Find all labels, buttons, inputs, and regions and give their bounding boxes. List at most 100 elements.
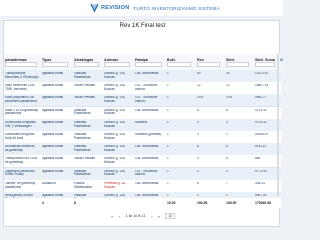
cell-person: Paulius Sleidlauskas bbox=[74, 181, 92, 189]
cell-name: Brunastolis elektrinis, ka gamintojo pas… bbox=[5, 145, 36, 153]
cell-sum: 880 bbox=[255, 157, 261, 161]
cell-mnt: 8 bbox=[226, 108, 228, 112]
total-sum: 175265.96 bbox=[255, 201, 272, 205]
cell-type: Ubalanca bbox=[42, 181, 56, 185]
filter-input-room[interactable] bbox=[135, 62, 162, 67]
cell-address: Geiežio g. 135, Kaunas bbox=[104, 145, 126, 152]
top-bar: REVISION TURTO INVENTORIZAVIMO SISTEMA bbox=[0, 0, 283, 16]
pagination: « ‹ 1 iki 10 iš 11 › » 10 bbox=[104, 212, 181, 220]
filter-input-sum[interactable] bbox=[255, 62, 275, 67]
table-row[interactable]: Kaito pasymanio, ka pendinimo pasakinima… bbox=[4, 94, 281, 108]
cell-type: Ilgalaikis turtas bbox=[42, 145, 64, 149]
cell-person: Jonas Petraitis bbox=[74, 96, 95, 100]
filter-input-person[interactable] bbox=[74, 62, 99, 67]
revision-logo-icon bbox=[90, 3, 99, 13]
cell-sum: 9981.77 bbox=[255, 96, 267, 100]
cell-address: Geiežio g. 135, Kaunas bbox=[104, 133, 126, 140]
cell-mnt: 4 bbox=[226, 120, 228, 124]
cell-qty: 1 bbox=[167, 120, 169, 124]
cell-name: Transporteris oro 1000, be gamintojo pas… bbox=[5, 157, 39, 165]
cell-orig: 6 bbox=[197, 145, 199, 149]
cell-person: Jonas Petraitis bbox=[74, 84, 95, 88]
table-row[interactable]: Lagaminis ratukuose, Smart Trolley Ilgala… bbox=[4, 167, 281, 181]
cell-room: 101 - Sumintine vadovo bbox=[135, 96, 158, 104]
cell-sum: 18807.19 bbox=[255, 84, 269, 88]
table-header: pavadinimas Tipas Atsakingas Adresas Patalpa… bbox=[4, 54, 283, 71]
column-header-extra[interactable]: Su... bbox=[280, 58, 283, 62]
cell-type: Ilgalaikis turtas bbox=[42, 108, 64, 112]
vertical-scrollbar[interactable] bbox=[277, 54, 279, 196]
cell-type: Ilgalaikis turtas bbox=[42, 120, 64, 124]
table-row[interactable]: Tablete, be gamintojo pasakinimo Ubalanca… bbox=[4, 179, 281, 193]
cell-type: Ilgalaikis turtas bbox=[42, 96, 64, 100]
cell-address: Geiežio g. 135, Kaunas bbox=[104, 120, 126, 128]
cell-mnt: 11 bbox=[226, 84, 230, 88]
cell-orig: 3 bbox=[197, 169, 199, 173]
cell-address: Geiežio g. 135, Kaunas bbox=[104, 157, 126, 165]
filter-input-type[interactable] bbox=[42, 62, 68, 67]
cell-qty: 1 bbox=[167, 96, 169, 100]
first-page-button[interactable]: « bbox=[110, 214, 115, 219]
cell-address: Geiežio g. 135, Kaunas bbox=[104, 169, 126, 177]
cell-qty: 1 bbox=[167, 108, 169, 112]
table-row[interactable]: Valio Resennen CIAI-TARI, bendrinio pasa… bbox=[4, 82, 281, 96]
table-row[interactable]: Brunastolis elektrinis, ka gamintojo pas… bbox=[4, 143, 281, 157]
cell-type: Ilgalaikis turtas bbox=[42, 72, 64, 75]
cell-address: Geiežio g. 135, Kaunas bbox=[104, 84, 126, 91]
cell-mnt: 5 bbox=[226, 145, 228, 149]
cell-sum: 24008.57 bbox=[255, 133, 269, 136]
cell-person: Viltautas Paseklenas bbox=[74, 169, 91, 177]
cell-sum: 5773.43 bbox=[255, 169, 267, 173]
cell-person: Viltautas Paseklenas bbox=[74, 108, 91, 116]
cell-room: 101 - Sumintine vadovo bbox=[135, 84, 158, 91]
cell-sum: 5714.32 bbox=[255, 108, 267, 112]
cell-name: Tablete, be gamintojo pasakinimo bbox=[5, 181, 36, 189]
cell-qty: 1 bbox=[167, 157, 169, 161]
document-title: Rev 1K Final test bbox=[119, 23, 166, 29]
table-row[interactable]: Automobilis lengvasis VW, 1 Volkswagen Il… bbox=[4, 118, 281, 132]
cell-room: 108, kombinetas bbox=[135, 181, 159, 185]
cell-sum: 8011.12 bbox=[255, 145, 267, 149]
cell-qty: 1 bbox=[167, 133, 169, 136]
cell-person: Viltautas Paseklenas bbox=[74, 72, 91, 79]
prev-page-button[interactable]: ‹ bbox=[117, 214, 122, 219]
cell-name: Automobilis lengvasis VW, 1 Volkswagen bbox=[5, 120, 36, 128]
cell-mnt: 1 bbox=[226, 133, 228, 136]
cell-room: 108, kombinetas bbox=[135, 145, 159, 149]
filter-input-mnt[interactable] bbox=[226, 62, 249, 67]
cell-person: Viltautas Paseklenas bbox=[74, 145, 91, 152]
table-row[interactable]: Kanceliarie lenguvas Audi A4 Audi Ilgalai… bbox=[4, 131, 281, 144]
cell-orig: 4 bbox=[197, 120, 199, 124]
last-page-button[interactable]: » bbox=[156, 214, 161, 219]
page-size-select[interactable]: 10 bbox=[165, 213, 176, 219]
cell-person: Viltautas Paseklenas bbox=[74, 120, 91, 128]
cell-name: Kanceliarie lenguvas Audi A4 Audi bbox=[5, 133, 35, 140]
cell-room: Sandelis bbox=[135, 120, 148, 124]
cell-name: Lagaminis ratukuose, Smart Trolley bbox=[5, 169, 36, 177]
total-mnt: 108.50 bbox=[226, 201, 237, 205]
app-page: REVISION TURTO INVENTORIZAVIMO SISTEMA R… bbox=[0, 0, 283, 230]
cell-room: 108, kombinetas bbox=[135, 108, 159, 112]
cell-orig: 2 bbox=[197, 133, 199, 136]
table-row[interactable]: Transporteris oro 1000, be gamintojo pas… bbox=[4, 155, 281, 169]
cell-qty: 1 bbox=[167, 72, 169, 75]
filter-input-qty[interactable] bbox=[167, 62, 191, 67]
cell-orig: 50 bbox=[197, 72, 201, 75]
table-row[interactable]: Transportkaus Mercedes 3, Eliminacijo Ilg… bbox=[4, 70, 281, 83]
filter-input-orig[interactable] bbox=[197, 62, 220, 67]
cell-address: Geiežio g. 135, Kaunas bbox=[104, 96, 126, 104]
cell-room: Sandelis (guvetes) bbox=[135, 133, 162, 136]
table-row[interactable]: Kaito 1.5L ku gamintojo pasakinima Ilgala… bbox=[4, 106, 281, 120]
next-page-button[interactable]: › bbox=[149, 214, 154, 219]
cell-person: Jonas Petraitis bbox=[74, 157, 95, 161]
cell-orig: 12 bbox=[197, 84, 201, 88]
filter-input-name[interactable] bbox=[5, 62, 37, 67]
cell-mnt: 25 bbox=[226, 72, 230, 75]
total-count: 3 bbox=[42, 201, 44, 205]
cell-mnt: 4 bbox=[226, 157, 228, 161]
cell-name: Kaito pasymanio, ka pendinimo pasakinima bbox=[5, 96, 37, 104]
cell-orig: 8 bbox=[197, 108, 199, 112]
cell-sum: 13371.87 bbox=[255, 72, 269, 75]
cell-type: Ilgalaikis turtas bbox=[42, 169, 64, 173]
filter-input-address[interactable] bbox=[104, 62, 130, 67]
